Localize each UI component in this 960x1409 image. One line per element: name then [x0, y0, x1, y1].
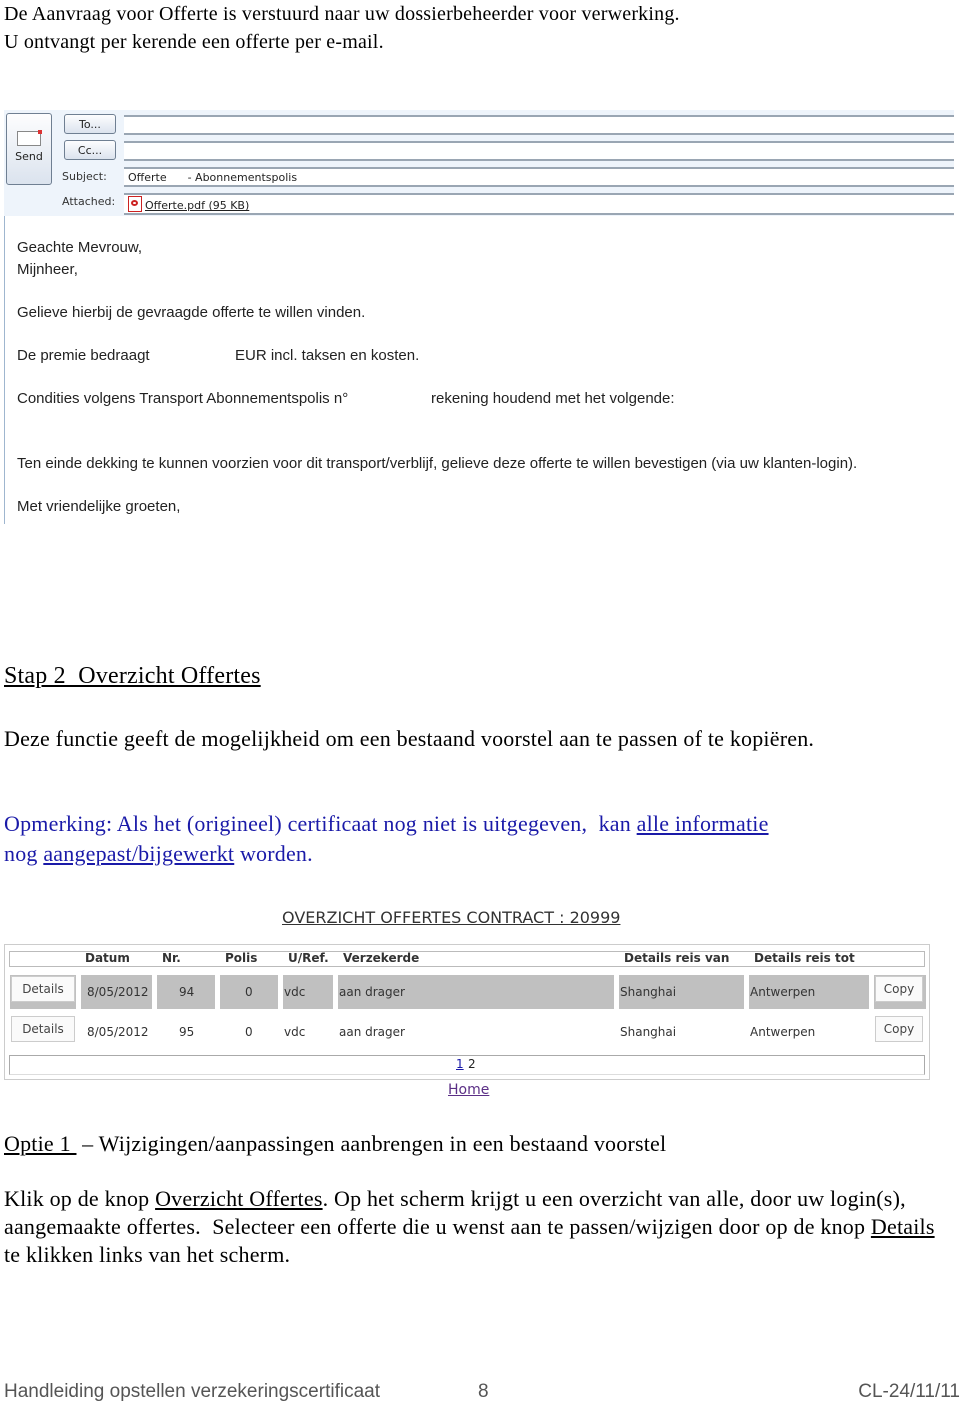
attachment-link[interactable]: Offerte.pdf (95 KB): [128, 196, 249, 212]
cell-datum: 8/05/2012: [81, 975, 152, 1009]
optie-title: – Wijzigingen/aanpassingen aanbrengen in…: [76, 1131, 667, 1156]
details-link: Details: [870, 1214, 935, 1239]
footer-code: CL-24/11/11: [858, 1381, 960, 1402]
to-field[interactable]: [124, 115, 954, 135]
col-reis-van: Details reis van: [624, 951, 730, 965]
table-header: Datum Nr. Polis U/Ref. Verzekerde Detail…: [9, 951, 925, 967]
closing-text: Met vriendelijke groeten,: [17, 498, 181, 515]
intro-text: De Aanvraag voor Offerte is verstuurd na…: [4, 0, 680, 56]
email-body[interactable]: Geachte Mevrouw, Mijnheer, Gelieve hierb…: [4, 216, 955, 524]
cell-verzekerde: aan drager: [339, 1025, 405, 1039]
col-datum: Datum: [85, 951, 130, 965]
cell-nr: 94: [157, 975, 215, 1009]
col-reis-tot: Details reis tot: [754, 951, 855, 965]
cc-field[interactable]: [124, 141, 954, 161]
note-mid: nog: [4, 841, 44, 866]
send-label: Send: [15, 150, 43, 163]
pdf-icon: [128, 196, 142, 212]
greeting-2: Mijnheer,: [17, 261, 78, 278]
attached-label: Attached:: [62, 195, 116, 208]
subject-value: Offerte - Abonnementspolis: [128, 171, 298, 184]
intro-line-2: U ontvangt per kerende een offerte per e…: [4, 31, 384, 53]
optie-label: Optie 1: [4, 1131, 77, 1156]
copy-button[interactable]: Copy: [875, 976, 923, 1002]
section-description: Deze functie geeft de mogelijkheid om ee…: [4, 726, 815, 751]
footer-page-number: 8: [478, 1381, 489, 1402]
cell-reis-tot: Antwerpen: [750, 1025, 816, 1039]
cell-datum: 8/05/2012: [87, 1025, 149, 1039]
copy-button[interactable]: Copy: [875, 1016, 923, 1042]
dekking-text: Ten einde dekking te kunnen voorzien voo…: [17, 455, 858, 472]
note-prefix: Opmerking: Als het (origineel) certifica…: [4, 811, 637, 836]
body-line-1: Gelieve hierbij de gevraagde offerte te …: [17, 304, 366, 321]
send-button[interactable]: Send: [6, 113, 52, 185]
subject-label: Subject:: [62, 170, 107, 183]
footer-title: Handleiding opstellen verzekeringscertif…: [4, 1381, 380, 1402]
cell-nr: 95: [179, 1025, 195, 1039]
optie-paragraph: Klik op de knop Overzicht Offertes. Op h…: [4, 1185, 944, 1269]
cell-verzekerde: aan drager: [338, 975, 614, 1009]
col-verzekerde: Verzekerde: [343, 951, 420, 965]
details-button[interactable]: Details: [11, 976, 75, 1002]
col-polis: Polis: [225, 951, 258, 965]
home-link[interactable]: Home: [448, 1082, 489, 1098]
note-paragraph: Opmerking: Als het (origineel) certifica…: [4, 809, 944, 869]
note-suffix: worden.: [234, 841, 313, 866]
cell-reis-van: Shanghai: [619, 975, 744, 1009]
cell-polis: 0: [220, 975, 278, 1009]
note-link-alle-informatie: alle informatie: [636, 811, 769, 836]
greeting-1: Geachte Mevrouw,: [17, 239, 143, 256]
optie-heading: Optie 1 – Wijzigingen/aanpassingen aanbr…: [4, 1129, 944, 1159]
intro-line-1: De Aanvraag voor Offerte is verstuurd na…: [4, 3, 680, 25]
to-button[interactable]: To...: [64, 114, 116, 134]
offertes-table: Datum Nr. Polis U/Ref. Verzekerde Detail…: [4, 944, 930, 1080]
overzicht-offertes-link: Overzicht Offertes: [155, 1186, 323, 1211]
envelope-icon: [17, 130, 42, 146]
col-nr: Nr.: [162, 951, 181, 965]
cell-reis-tot: Antwerpen: [749, 975, 869, 1009]
pagination: 1 2: [9, 1055, 925, 1075]
section-heading: Stap 2 Overzicht Offertes: [4, 663, 261, 689]
details-button[interactable]: Details: [11, 1016, 75, 1042]
cell-uref: vdc: [284, 1025, 306, 1039]
page-current-2: 2: [468, 1057, 476, 1071]
note-link-aangepast: aangepast/bijgewerkt: [43, 841, 235, 866]
col-uref: U/Ref.: [288, 951, 329, 965]
condities-text: Condities volgens Transport Abonnementsp…: [17, 390, 349, 407]
email-header: Send To... Cc... Subject: Attached: Offe…: [4, 110, 954, 216]
premie-text-b: EUR incl. taksen en kosten.: [235, 347, 420, 364]
page-link-1[interactable]: 1: [456, 1057, 464, 1071]
cell-uref: vdc: [283, 975, 333, 1009]
attachment-name: Offerte.pdf (95 KB): [145, 199, 250, 212]
email-compose-window: Send To... Cc... Subject: Attached: Offe…: [4, 110, 954, 524]
cell-polis: 0: [245, 1025, 253, 1039]
premie-text: De premie bedraagt: [17, 347, 150, 364]
optie-text-a: Klik op de knop: [4, 1186, 156, 1211]
overview-title: OVERZICHT OFFERTES CONTRACT : 20999: [282, 908, 621, 927]
cc-button[interactable]: Cc...: [64, 140, 116, 160]
cell-reis-van: Shanghai: [620, 1025, 677, 1039]
condities-text-b: rekening houdend met het volgende:: [431, 390, 675, 407]
